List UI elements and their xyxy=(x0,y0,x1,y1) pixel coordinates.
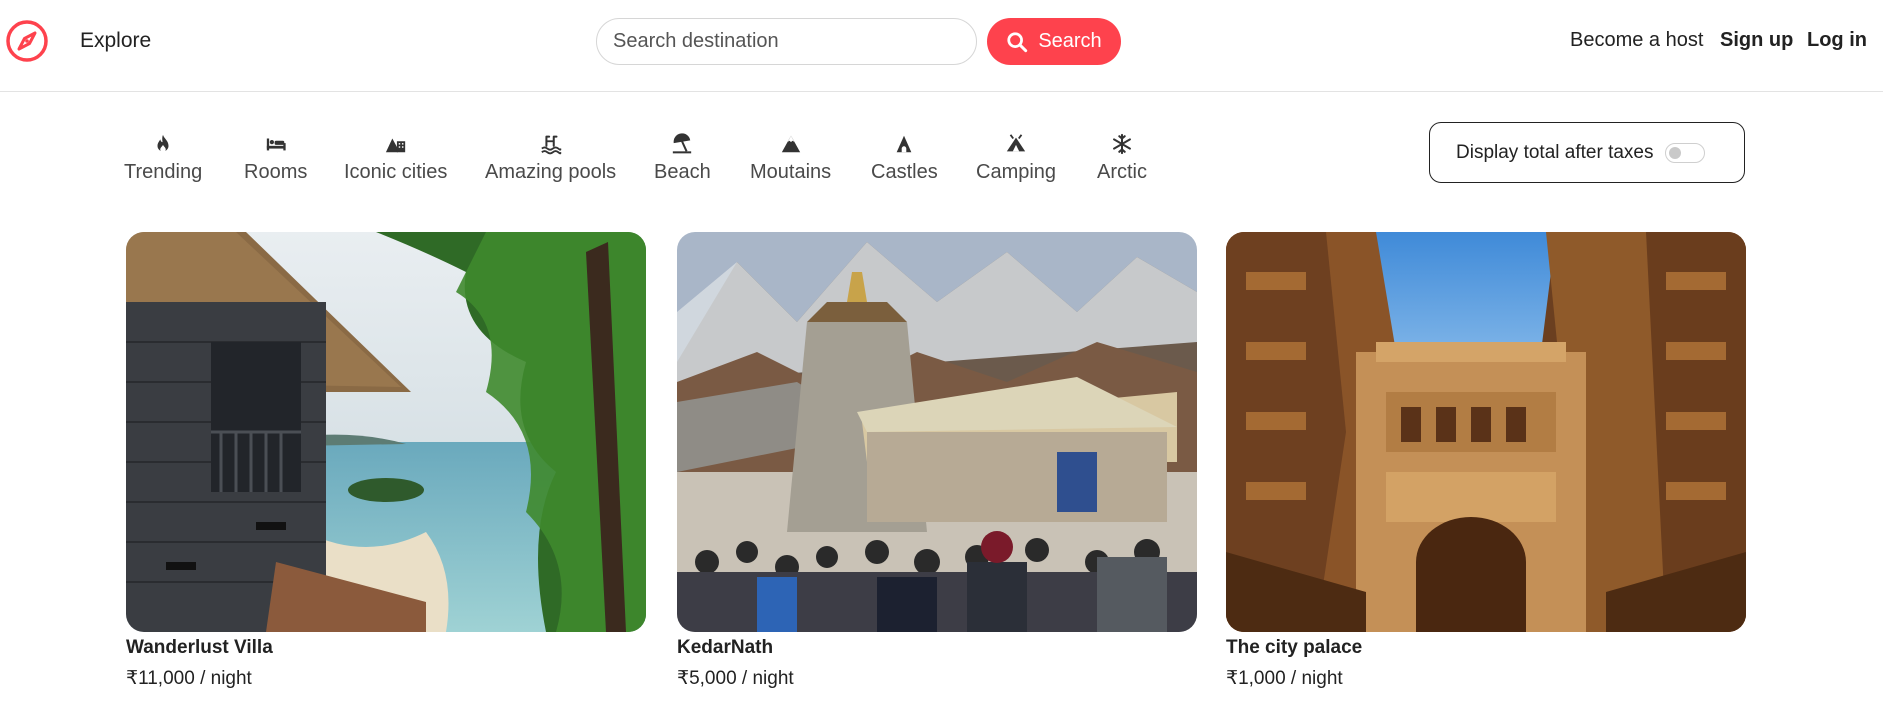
listing-card[interactable]: Wanderlust Villa ₹11,000 / night xyxy=(126,232,646,689)
filter-trending[interactable]: Trending xyxy=(124,133,202,184)
bed-icon xyxy=(266,138,286,151)
filter-label: Amazing pools xyxy=(485,161,617,183)
temple-mountains-photo[interactable] xyxy=(677,232,1197,632)
listing-card[interactable]: KedarNath ₹5,000 / night xyxy=(677,232,1197,689)
filter-label: Rooms xyxy=(244,161,308,183)
listing-title: KedarNath xyxy=(677,637,774,658)
listing-price: ₹11,000 / night xyxy=(126,668,252,689)
fire-icon xyxy=(157,134,169,153)
listing-title: Wanderlust Villa xyxy=(126,637,273,658)
filter-arctic[interactable]: Arctic xyxy=(1097,133,1147,184)
listing-card[interactable]: The city palace ₹1,000 / night xyxy=(1226,232,1746,689)
listing-price: ₹5,000 / night xyxy=(677,668,794,689)
filter-beach[interactable]: Beach xyxy=(654,133,711,184)
signup-link[interactable]: Sign up xyxy=(1720,29,1793,52)
login-link[interactable]: Log in xyxy=(1807,29,1867,52)
filter-camping[interactable]: Camping xyxy=(976,133,1056,184)
filter-iconic-cities[interactable]: Iconic cities xyxy=(344,133,447,184)
listing-price: ₹1,000 / night xyxy=(1226,668,1343,689)
become-host-link[interactable]: Become a host xyxy=(1570,29,1703,52)
search-box xyxy=(596,18,977,65)
search-icon xyxy=(1007,31,1028,52)
switch-knob xyxy=(1669,146,1682,159)
navbar: Explore Search Become a host Sign up Log… xyxy=(0,0,1883,92)
listing-title: The city palace xyxy=(1226,637,1363,658)
nav-explore-link[interactable]: Explore xyxy=(80,29,151,53)
search-button-label: Search xyxy=(1038,30,1102,52)
filter-label: Iconic cities xyxy=(344,161,448,183)
filter-castles[interactable]: Castles xyxy=(871,133,938,184)
filter-label: Arctic xyxy=(1097,161,1147,183)
filter-amazing-pools[interactable]: Amazing pools xyxy=(485,133,616,184)
filter-label: Camping xyxy=(976,161,1057,183)
compass-icon[interactable] xyxy=(4,18,50,64)
palace-courtyard-photo[interactable] xyxy=(1226,232,1746,632)
filter-label: Trending xyxy=(124,161,203,183)
tax-toggle-label: Display total after taxes xyxy=(1456,141,1654,163)
villa-beach-photo[interactable] xyxy=(126,232,646,632)
search-input[interactable] xyxy=(597,19,976,64)
filter-label: Moutains xyxy=(750,161,832,183)
person-swimming-icon xyxy=(540,135,561,155)
mountain-icon xyxy=(781,135,800,153)
castle-icon xyxy=(897,135,912,153)
snowflake-icon xyxy=(1113,133,1131,155)
filter-label: Beach xyxy=(654,161,711,183)
search-button[interactable]: Search xyxy=(987,18,1121,65)
filter-mountains[interactable]: Moutains xyxy=(750,133,831,184)
tax-switch[interactable] xyxy=(1665,142,1706,163)
umbrella-beach-icon xyxy=(673,133,692,154)
campground-icon xyxy=(1006,134,1026,152)
tax-toggle[interactable]: Display total after taxes xyxy=(1429,122,1745,183)
mountain-city-icon xyxy=(385,138,405,153)
filter-rooms[interactable]: Rooms xyxy=(244,133,307,184)
filter-label: Castles xyxy=(871,161,938,183)
